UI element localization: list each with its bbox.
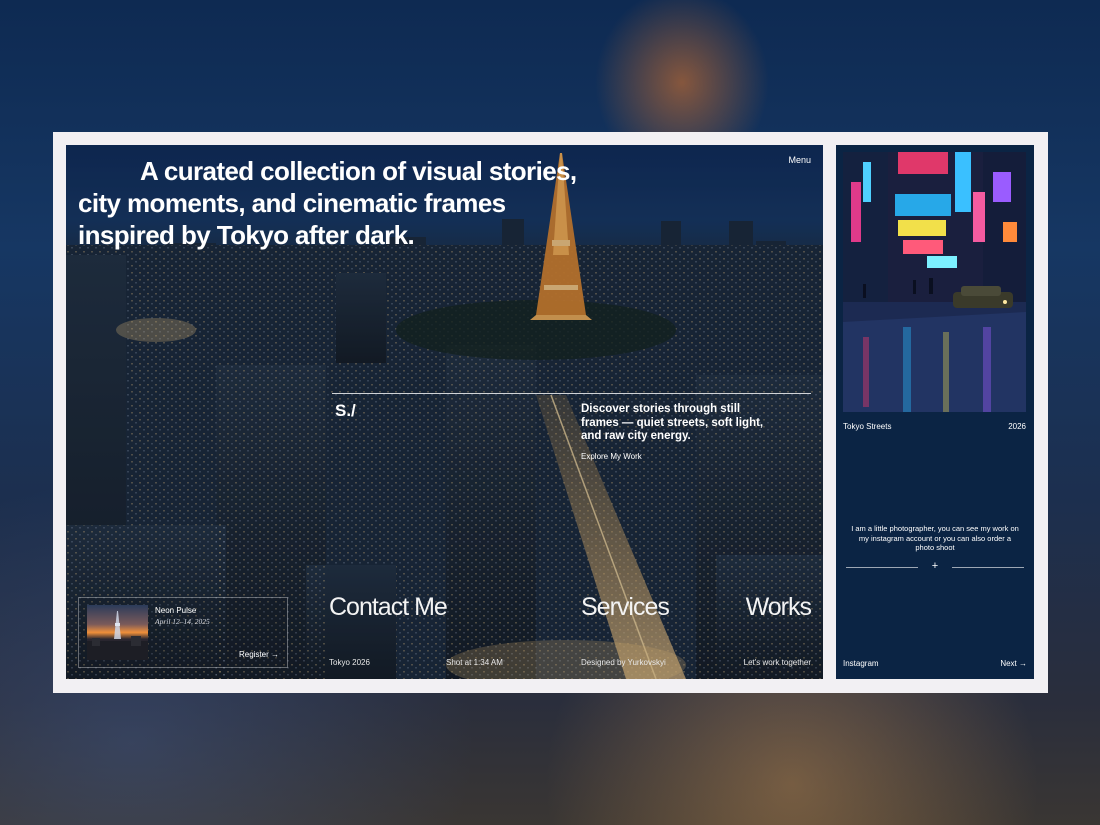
footer-shot-time: Shot at 1:34 AM [446, 658, 503, 667]
logo[interactable]: S./ [335, 401, 356, 421]
footer-designer: Designed by Yurkovskyi [581, 658, 666, 667]
nav-contact-me[interactable]: Contact Me [329, 593, 448, 622]
event-card[interactable]: Neon Pulse April 12–14, 2025 Register → [78, 597, 288, 668]
side-panel: Tokyo Streets 2026 I am a little photogr… [836, 145, 1034, 679]
event-thumbnail-image [87, 605, 148, 660]
lets-work-together-link[interactable]: Let's work together [744, 658, 811, 667]
nav-services[interactable]: Services [581, 593, 670, 622]
footer-location: Tokyo 2026 [329, 658, 370, 667]
menu-button[interactable]: Menu [788, 155, 811, 165]
photographer-bio: I am a little photographer, you can see … [851, 524, 1019, 552]
hero-divider [332, 393, 811, 394]
photo-caption-title: Tokyo Streets [843, 422, 892, 431]
explore-my-work-link[interactable]: Explore My Work [581, 452, 642, 461]
instagram-link[interactable]: Instagram [843, 659, 879, 668]
hero-headline: A curated collection of visual stories, … [78, 156, 577, 250]
hero-section: A curated collection of visual stories, … [66, 145, 823, 679]
plus-icon[interactable]: + [932, 560, 938, 572]
tokyo-streets-photo[interactable] [843, 152, 1026, 412]
discover-text: Discover stories through still frames — … [581, 403, 764, 442]
next-button[interactable]: Next → [1000, 659, 1027, 668]
event-title: Neon Pulse [155, 606, 197, 615]
register-link[interactable]: Register → [239, 650, 279, 659]
nav-works[interactable]: Works [746, 593, 812, 622]
photo-caption-year: 2026 [1008, 422, 1026, 431]
event-date: April 12–14, 2025 [155, 617, 210, 626]
side-separator: + [846, 560, 1024, 572]
